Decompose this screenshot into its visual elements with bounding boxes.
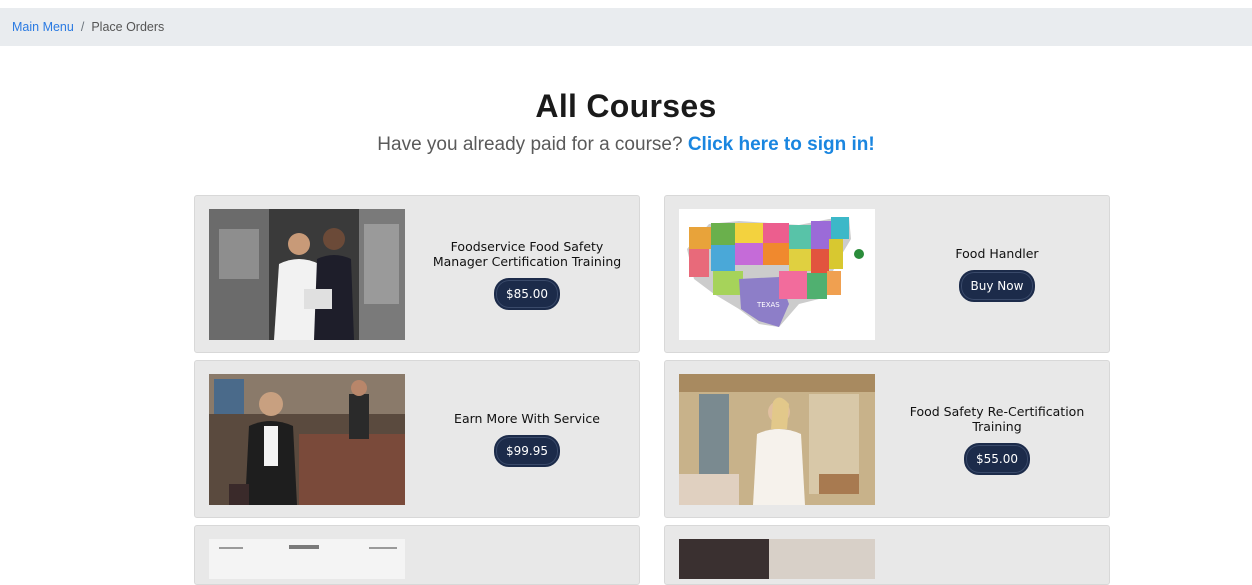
course-price-button[interactable]: $55.00: [964, 442, 1030, 475]
course-card-partial-left: [194, 525, 640, 585]
course-name: Foodservice Food Safety Manager Certific…: [432, 238, 622, 269]
map-state-label: TEXAS: [756, 301, 780, 309]
course-name: Food Safety Re-Certification Training: [909, 403, 1085, 434]
breadcrumb-current-page: Place Orders: [91, 20, 165, 34]
page-title: All Courses: [535, 88, 717, 124]
us-states-map-image: TEXAS: [679, 209, 875, 340]
partial-course-photo: [679, 539, 875, 579]
course-price-button[interactable]: $99.95: [494, 435, 560, 467]
course-name: Food Handler: [955, 246, 1039, 261]
page-subtitle: Have you already paid for a course? Clic…: [0, 134, 1252, 156]
waitress-at-bar-photo: [209, 374, 405, 505]
course-card-partial-right: [664, 525, 1110, 585]
hostess-in-restaurant-photo: [679, 374, 875, 505]
breadcrumb: Main Menu / Place Orders: [0, 8, 1252, 46]
breadcrumb-separator: /: [80, 20, 85, 34]
course-price-button[interactable]: $85.00: [494, 277, 560, 310]
course-card-food-handler: TEXAS Food Handler Buy Now: [664, 195, 1110, 353]
course-card-food-safety-manager: Foodservice Food Safety Manager Certific…: [194, 195, 640, 353]
chef-and-manager-kitchen-photo: [209, 209, 405, 340]
partial-course-photo: [209, 539, 405, 579]
breadcrumb-main-menu-link[interactable]: Main Menu: [12, 20, 74, 34]
course-card-food-safety-recertification: Food Safety Re-Certification Training $5…: [664, 360, 1110, 518]
buy-now-button[interactable]: Buy Now: [958, 270, 1036, 302]
subtitle-text: Have you already paid for a course?: [377, 134, 688, 155]
course-card-earn-more-with-service: Earn More With Service $99.95: [194, 360, 640, 518]
course-name: Earn More With Service: [454, 411, 600, 426]
sign-in-link[interactable]: Click here to sign in!: [688, 134, 875, 155]
